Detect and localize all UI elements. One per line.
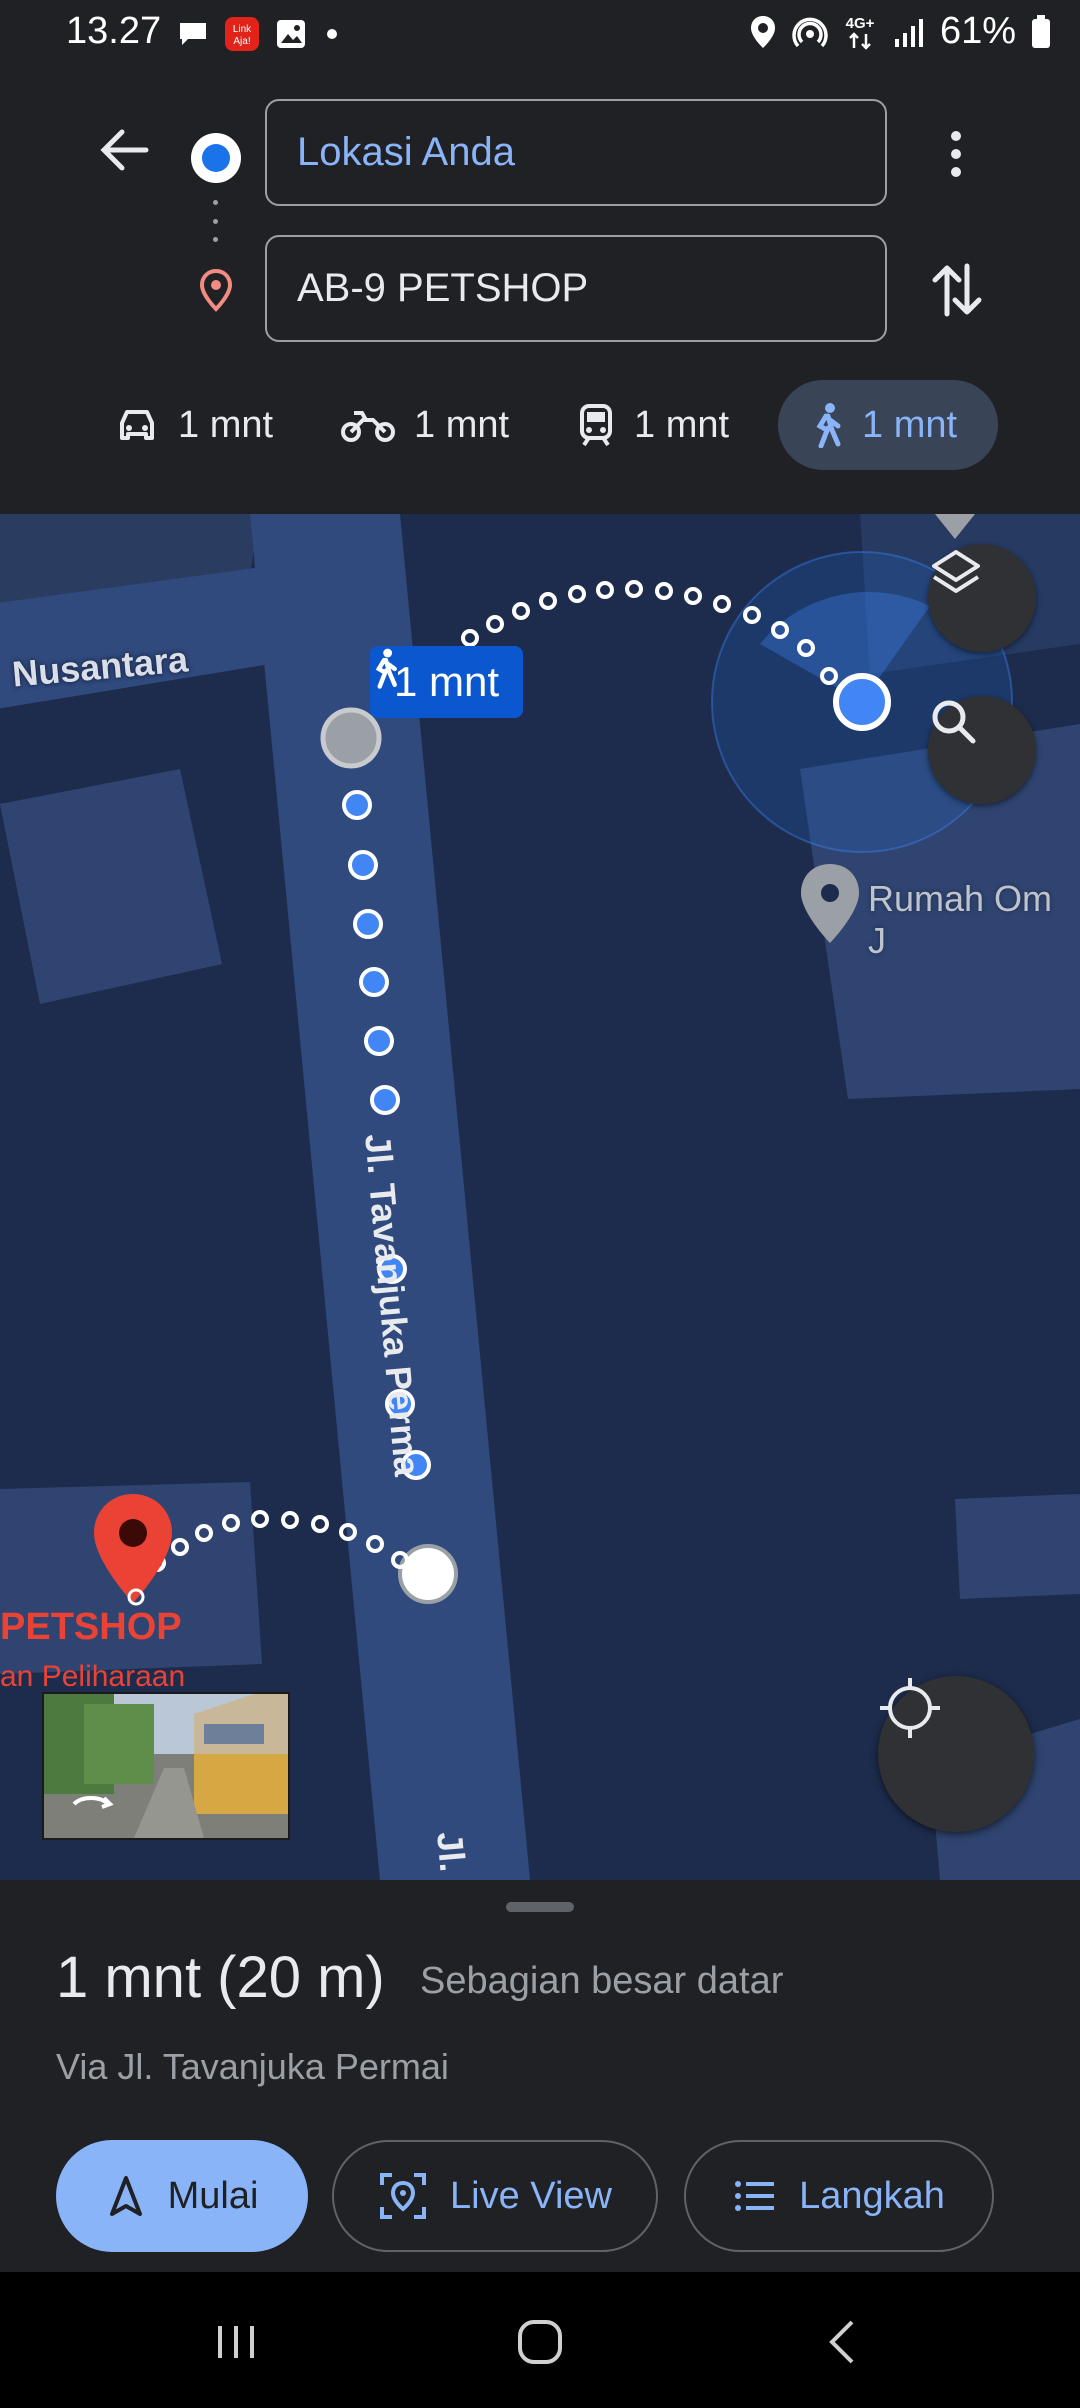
steps-button[interactable]: Langkah <box>684 2140 994 2252</box>
mode-motorcycle-label: 1 mnt <box>414 403 510 446</box>
layers-icon <box>932 550 980 593</box>
gallery-icon <box>277 20 305 48</box>
destination-field[interactable]: AB-9 PETSHOP <box>265 235 887 342</box>
route-summary-sheet: 1 mnt (20 m) Sebagian besar datar Via Jl… <box>0 1880 1080 2272</box>
via-text: Via Jl. Tavanjuka Permai <box>56 2046 449 2087</box>
travel-modes: 1 mnt 1 mnt 1 mnt 1 mnt <box>0 380 1080 476</box>
route-badge-label: 1 mnt <box>394 658 500 705</box>
status-time: 13.27 <box>66 10 162 52</box>
more-options-icon[interactable] <box>940 124 972 184</box>
notification-icons: Link Aja! <box>176 14 342 54</box>
destination-text: AB-9 PETSHOP <box>297 266 589 310</box>
mode-walking[interactable]: 1 mnt <box>778 380 998 470</box>
origin-field[interactable]: Lokasi Anda <box>265 99 887 206</box>
map-view[interactable]: Nusantara Jl. Tavanjuka Perma Jl. 1 mnt … <box>0 514 1080 1880</box>
destination-map-label[interactable]: PETSHOP <box>0 1606 182 1649</box>
back-arrow-icon[interactable] <box>96 122 152 178</box>
user-location-dot <box>833 673 891 731</box>
svg-text:4G+: 4G+ <box>846 15 875 32</box>
4g-data-icon: 4G+ <box>846 15 875 50</box>
motorcycle-icon <box>341 411 395 442</box>
train-icon <box>580 404 612 447</box>
back-icon[interactable] <box>814 2312 874 2372</box>
mode-transit[interactable]: 1 mnt <box>552 380 753 470</box>
swap-icon[interactable] <box>925 258 989 322</box>
mode-driving-label: 1 mnt <box>178 403 274 446</box>
my-location-button[interactable] <box>878 1676 1034 1832</box>
car-icon <box>120 410 154 440</box>
search-icon <box>932 700 976 744</box>
walk-icon <box>375 648 397 689</box>
svg-text:Link: Link <box>233 24 252 35</box>
steps-label: Langkah <box>799 2174 945 2217</box>
street-view-image <box>44 1694 288 1838</box>
route-end-node <box>398 1544 458 1604</box>
hotspot-icon <box>792 17 828 47</box>
directions-header: Lokasi Anda AB-9 PETSHOP 1 mnt 1 mnt 1 m… <box>0 66 1080 514</box>
status-bar: 13.27 Link Aja! 4G+ 61% <box>0 0 1080 66</box>
battery-icon <box>1032 14 1050 48</box>
layers-button[interactable] <box>928 544 1036 652</box>
destination-pin-icon <box>199 268 233 312</box>
live-view-icon <box>380 2173 427 2219</box>
live-view-button[interactable]: Live View <box>332 2140 658 2252</box>
location-icon <box>750 15 775 48</box>
walk-icon <box>816 403 841 448</box>
navigation-arrow-icon <box>109 2176 142 2216</box>
mode-driving[interactable]: 1 mnt <box>90 380 297 470</box>
chat-bubble-icon <box>180 23 206 45</box>
street-label-bottom: Jl. <box>429 1830 474 1874</box>
mode-motorcycle[interactable]: 1 mnt <box>316 380 533 470</box>
home-icon[interactable] <box>510 2312 570 2372</box>
start-button[interactable]: Mulai <box>56 2140 308 2252</box>
poi-label[interactable]: Rumah Om J <box>868 878 1080 962</box>
live-view-label: Live View <box>450 2174 612 2217</box>
mode-walking-label: 1 mnt <box>862 403 958 446</box>
mode-transit-label: 1 mnt <box>634 403 730 446</box>
sheet-drag-handle[interactable] <box>506 1902 574 1912</box>
destination-map-category: an Peliharaan <box>0 1660 186 1693</box>
recent-apps-icon[interactable] <box>206 2312 266 2372</box>
signal-bars-icon <box>894 18 923 47</box>
dot-icon <box>327 29 337 39</box>
route-start-node <box>320 707 382 769</box>
terrain-text: Sebagian besar datar <box>420 1960 784 2002</box>
svg-text:Aja!: Aja! <box>233 36 250 47</box>
battery-level: 61% <box>939 10 1016 52</box>
system-nav-bar <box>0 2272 1080 2408</box>
street-view-thumbnail[interactable] <box>42 1692 290 1840</box>
map-block <box>955 1494 1080 1599</box>
start-label: Mulai <box>167 2174 259 2217</box>
list-icon <box>735 2181 775 2211</box>
map-block <box>0 769 222 1004</box>
status-right: 4G+ 61% <box>748 10 1052 53</box>
route-time-badge[interactable]: 1 mnt <box>370 646 524 718</box>
eta-text: 1 mnt (20 m) <box>56 1945 385 2010</box>
origin-text: Lokasi Anda <box>297 130 515 174</box>
search-button[interactable] <box>928 696 1036 804</box>
route-connector <box>213 200 219 242</box>
crosshair-location-icon <box>880 1678 940 1738</box>
origin-dot-icon <box>191 133 241 183</box>
linkaja-app-icon: LinkAja! <box>225 17 259 51</box>
